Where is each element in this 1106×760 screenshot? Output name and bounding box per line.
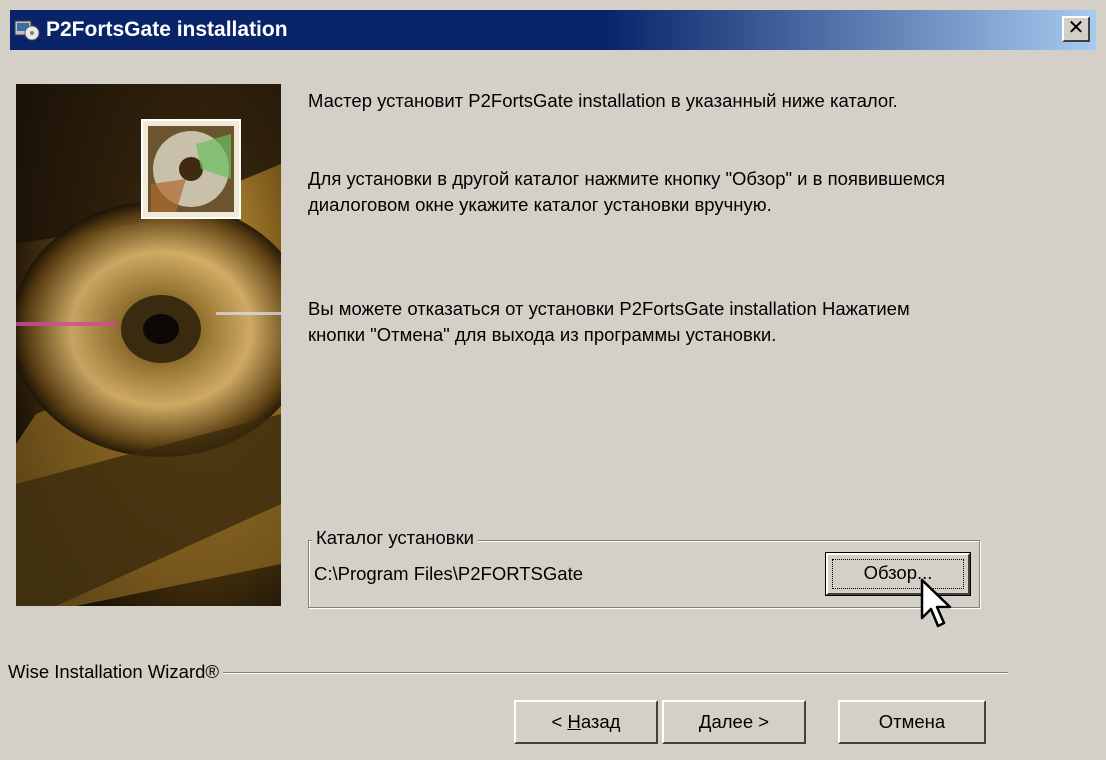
next-mnemonic: Д [698, 711, 712, 732]
close-button[interactable]: ✕ [1062, 16, 1090, 42]
install-dir-path: C:\Program Files\P2FORTSGate [314, 563, 584, 584]
close-icon: ✕ [1067, 17, 1085, 39]
back-button[interactable]: < Назад [514, 700, 658, 744]
title-bar: P2FortsGate installation ✕ [10, 10, 1096, 50]
cancel-button[interactable]: Отмена [838, 700, 986, 744]
cd-disc-artwork [16, 84, 281, 606]
intro-text: Мастер установит P2FortsGate installatio… [308, 90, 898, 111]
back-label: азад [580, 711, 621, 732]
install-dir-label: Каталог установки [312, 527, 478, 549]
mouse-pointer-icon [920, 578, 952, 628]
next-button[interactable]: Далее > [662, 700, 806, 744]
next-label: алее > [711, 711, 770, 732]
back-mnemonic: Н [567, 711, 581, 732]
cancel-button-label: Отмена [878, 711, 946, 732]
window-title: P2FortsGate installation [46, 18, 288, 41]
wizard-brand-label: Wise Installation Wizard® [8, 660, 224, 684]
browse-instruction-text: Для установки в другой каталог нажмите к… [308, 168, 946, 215]
installer-app-icon [14, 20, 40, 41]
cancel-instruction-text: Вы можете отказаться от установки P2Fort… [308, 298, 910, 345]
back-prefix: < [551, 711, 568, 732]
wizard-banner-image [16, 84, 281, 606]
